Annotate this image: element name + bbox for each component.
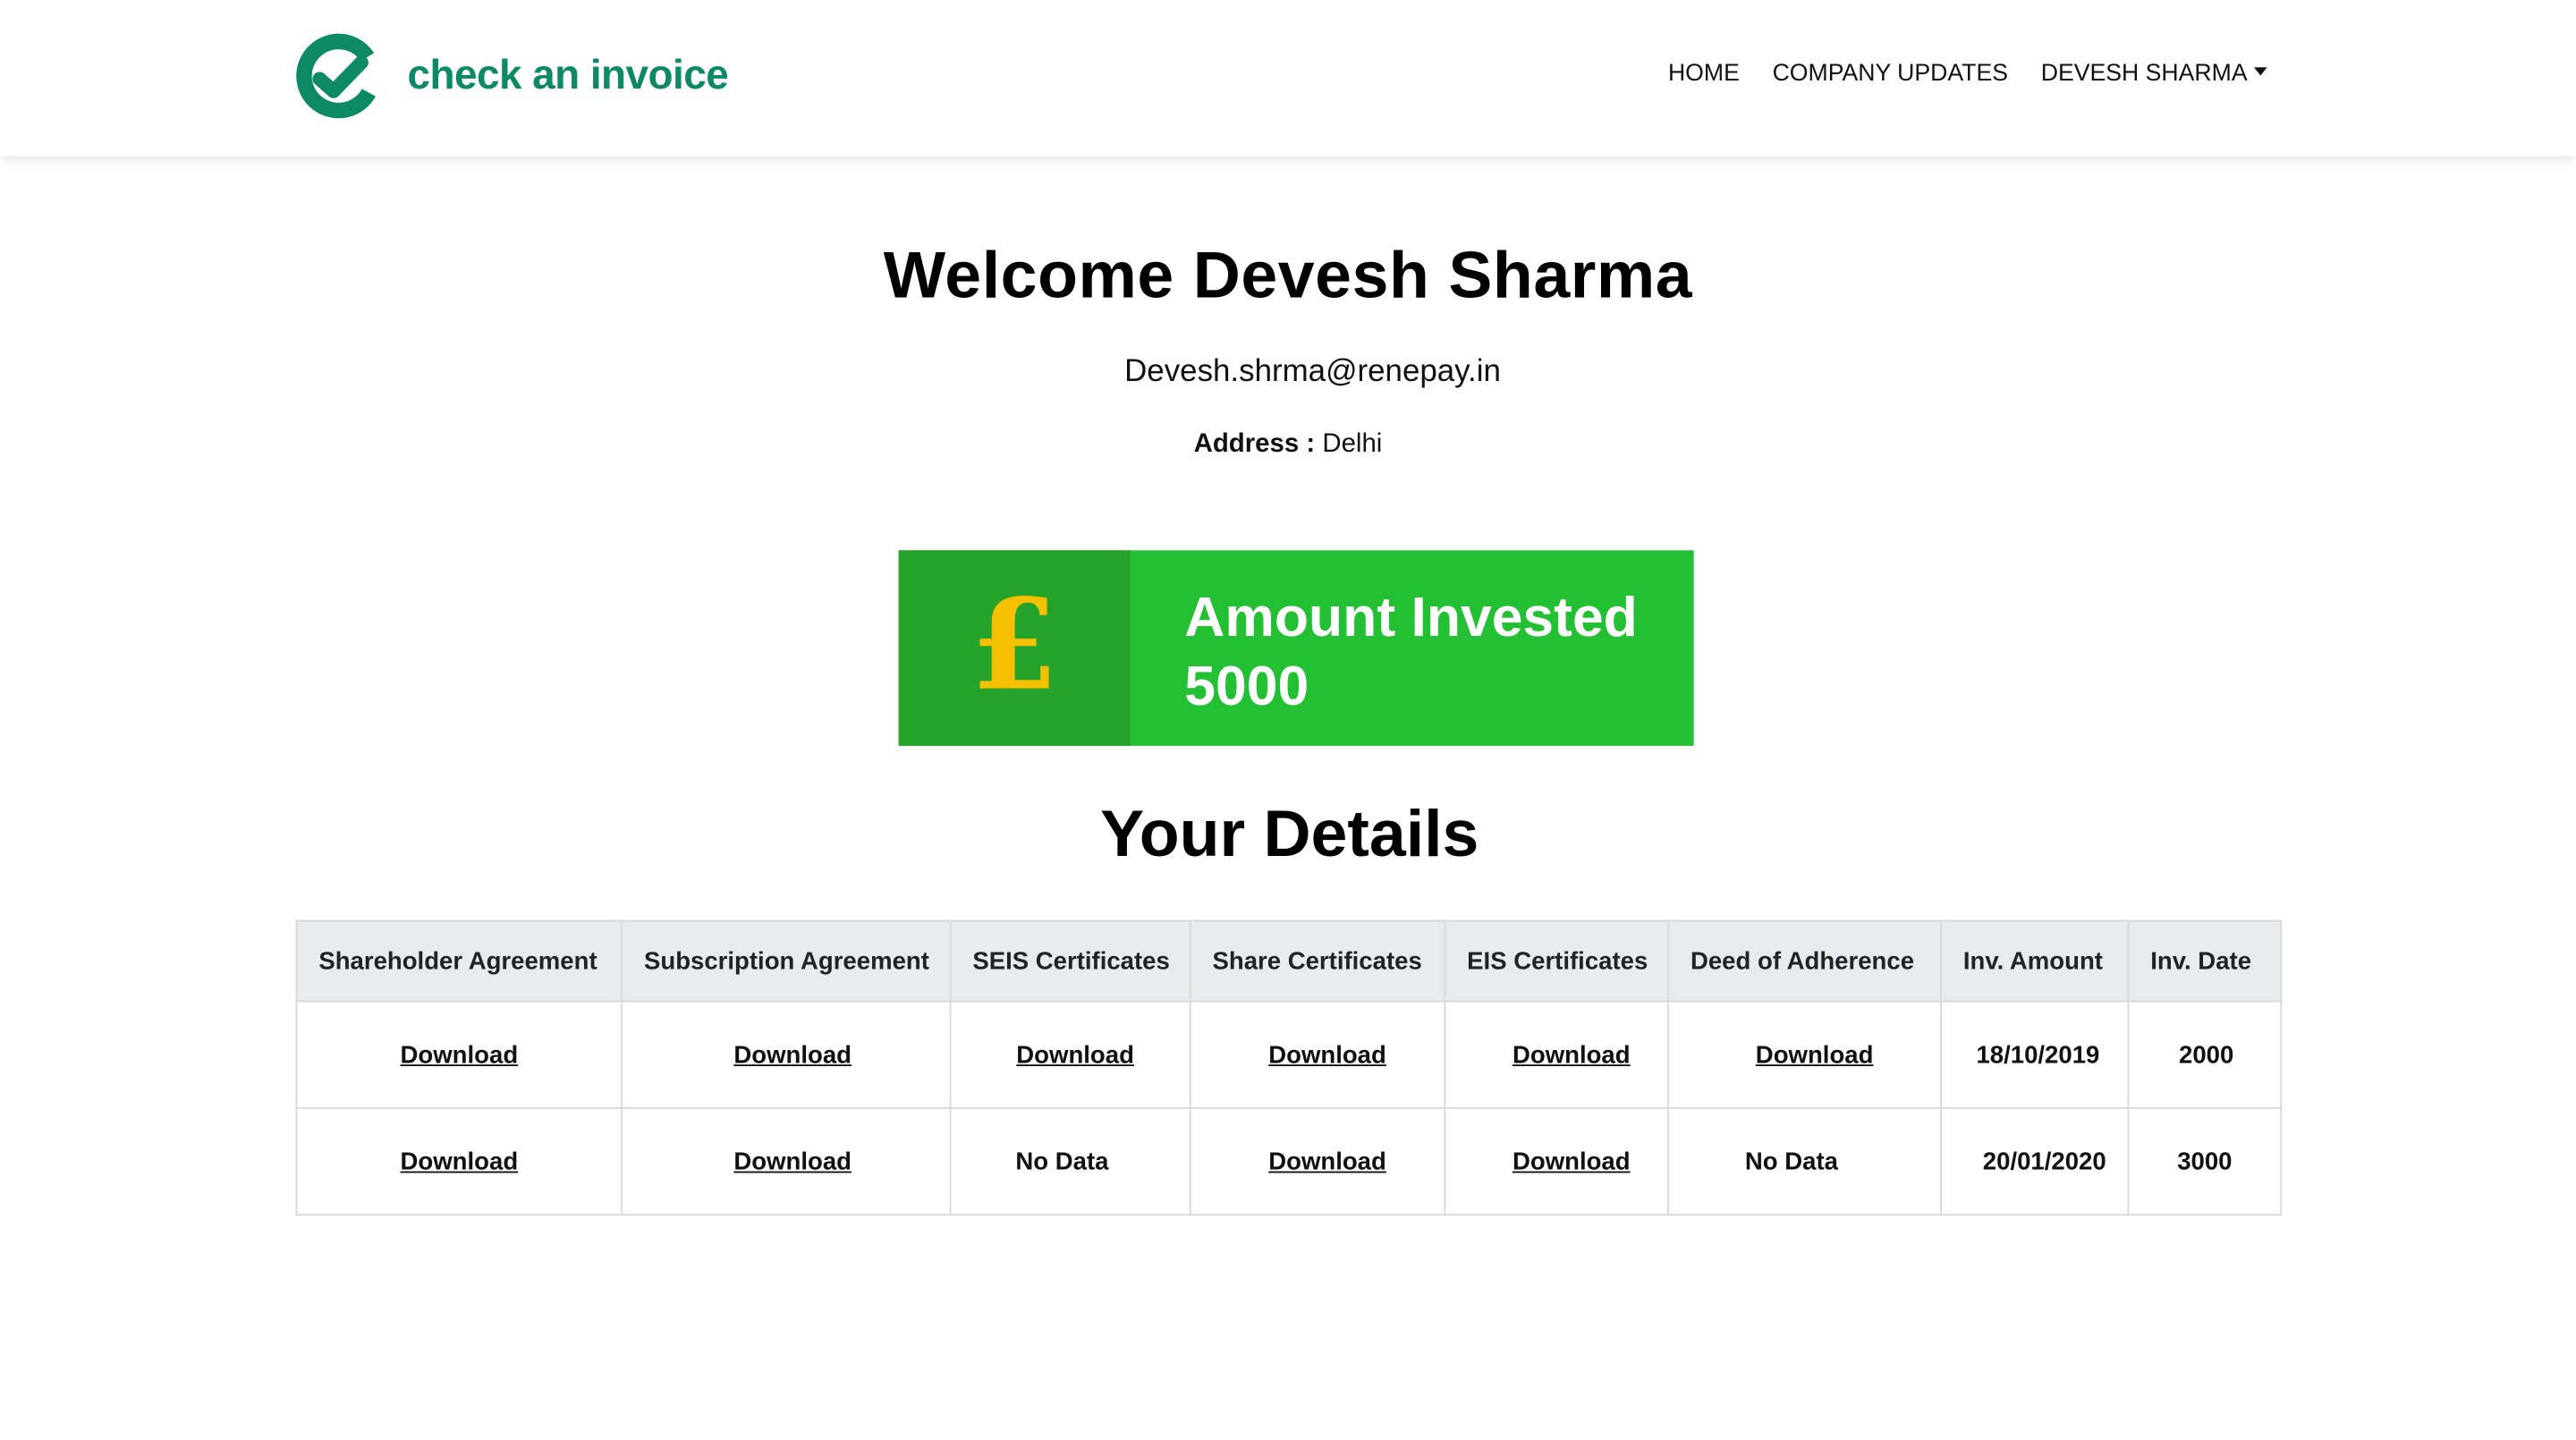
table-cell: Download <box>621 1000 952 1109</box>
download-link[interactable]: Download <box>1756 1041 1874 1069</box>
brand-logo[interactable]: check an invoice <box>292 30 729 122</box>
details-table: Shareholder Agreement Subscription Agree… <box>295 919 2283 1216</box>
column-header: Shareholder Agreement <box>295 919 623 1003</box>
column-header: Deed of Adherence <box>1667 919 1942 1003</box>
column-header: Inv. Amount <box>1940 919 2130 1003</box>
column-header: SEIS Certificates <box>949 919 1191 1003</box>
caret-down-icon <box>2253 67 2267 76</box>
download-link[interactable]: Download <box>1268 1148 1386 1175</box>
nav-user-menu[interactable]: DEVESH SHARMA <box>2041 61 2267 87</box>
amount-invested-value: 5000 <box>1184 655 1309 718</box>
no-data-text: No Data <box>1015 1147 1109 1176</box>
amount-invested-card: £ Amount Invested 5000 <box>898 550 1694 746</box>
address-label: Address : <box>1193 430 1316 459</box>
inv-amount-value: 18/10/2019 <box>1976 1040 2100 1069</box>
table-cell: Download <box>1189 1000 1446 1109</box>
table-row: Download Download No Data Download Downl… <box>295 1106 2283 1216</box>
table-cell: Download <box>621 1106 952 1216</box>
table-cell: 18/10/2019 <box>1940 1000 2130 1109</box>
table-header-row: Shareholder Agreement Subscription Agree… <box>295 919 2283 1003</box>
download-link[interactable]: Download <box>1513 1041 1631 1069</box>
inv-date-value: 2000 <box>2179 1040 2234 1069</box>
user-address: Address : Delhi <box>0 430 2576 460</box>
check-e-logo-icon <box>296 33 376 119</box>
download-link[interactable]: Download <box>733 1041 852 1069</box>
download-link[interactable]: Download <box>401 1041 519 1069</box>
download-link[interactable]: Download <box>733 1148 852 1175</box>
welcome-heading: Welcome Devesh Sharma <box>883 240 1693 312</box>
column-header: EIS Certificates <box>1444 919 1670 1003</box>
column-header: Share Certificates <box>1189 919 1446 1003</box>
details-heading: Your Details <box>1100 798 1479 871</box>
brand-name: check an invoice <box>407 51 729 98</box>
download-link[interactable]: Download <box>1268 1041 1386 1069</box>
column-header: Subscription Agreement <box>621 919 952 1003</box>
table-cell: 2000 <box>2127 1000 2283 1109</box>
top-navbar: check an invoice HOME COMPANY UPDATES DE… <box>0 0 2576 157</box>
table-cell: No Data <box>949 1106 1191 1216</box>
card-icon-box: £ <box>898 550 1131 746</box>
user-menu-label: DEVESH SHARMA <box>2040 60 2248 88</box>
user-email: Devesh.shrma@renepay.in <box>1124 354 1501 390</box>
download-link[interactable]: Download <box>1513 1148 1631 1175</box>
card-text: Amount Invested 5000 <box>1131 550 1638 746</box>
table-cell: Download <box>1444 1000 1670 1109</box>
no-data-text: No Data <box>1744 1147 1838 1176</box>
download-link[interactable]: Download <box>401 1148 519 1175</box>
nav-company-updates[interactable]: COMPANY UPDATES <box>1773 61 2008 87</box>
table-cell: 3000 <box>2127 1106 2283 1216</box>
table-cell: Download <box>1667 1000 1942 1109</box>
nav-home[interactable]: HOME <box>1668 61 1740 87</box>
table-cell: Download <box>1444 1106 1670 1216</box>
table-cell: Download <box>1189 1106 1446 1216</box>
inv-date-value: 3000 <box>2177 1147 2233 1176</box>
column-header: Inv. Date <box>2127 919 2283 1003</box>
main-nav: HOME COMPANY UPDATES DEVESH SHARMA <box>1668 61 2267 87</box>
table-cell: Download <box>295 1000 623 1109</box>
address-value: Delhi <box>1322 430 1383 459</box>
amount-invested-label: Amount Invested <box>1184 586 1638 649</box>
table-cell: 20/01/2020 <box>1940 1106 2130 1216</box>
pound-icon: £ <box>970 571 1058 717</box>
inv-amount-value: 20/01/2020 <box>1982 1147 2106 1176</box>
table-cell: Download <box>949 1000 1191 1109</box>
table-row: Download Download Download Download Down… <box>295 1000 2283 1109</box>
table-cell: No Data <box>1667 1106 1942 1216</box>
download-link[interactable]: Download <box>1016 1041 1134 1069</box>
table-cell: Download <box>295 1106 623 1216</box>
